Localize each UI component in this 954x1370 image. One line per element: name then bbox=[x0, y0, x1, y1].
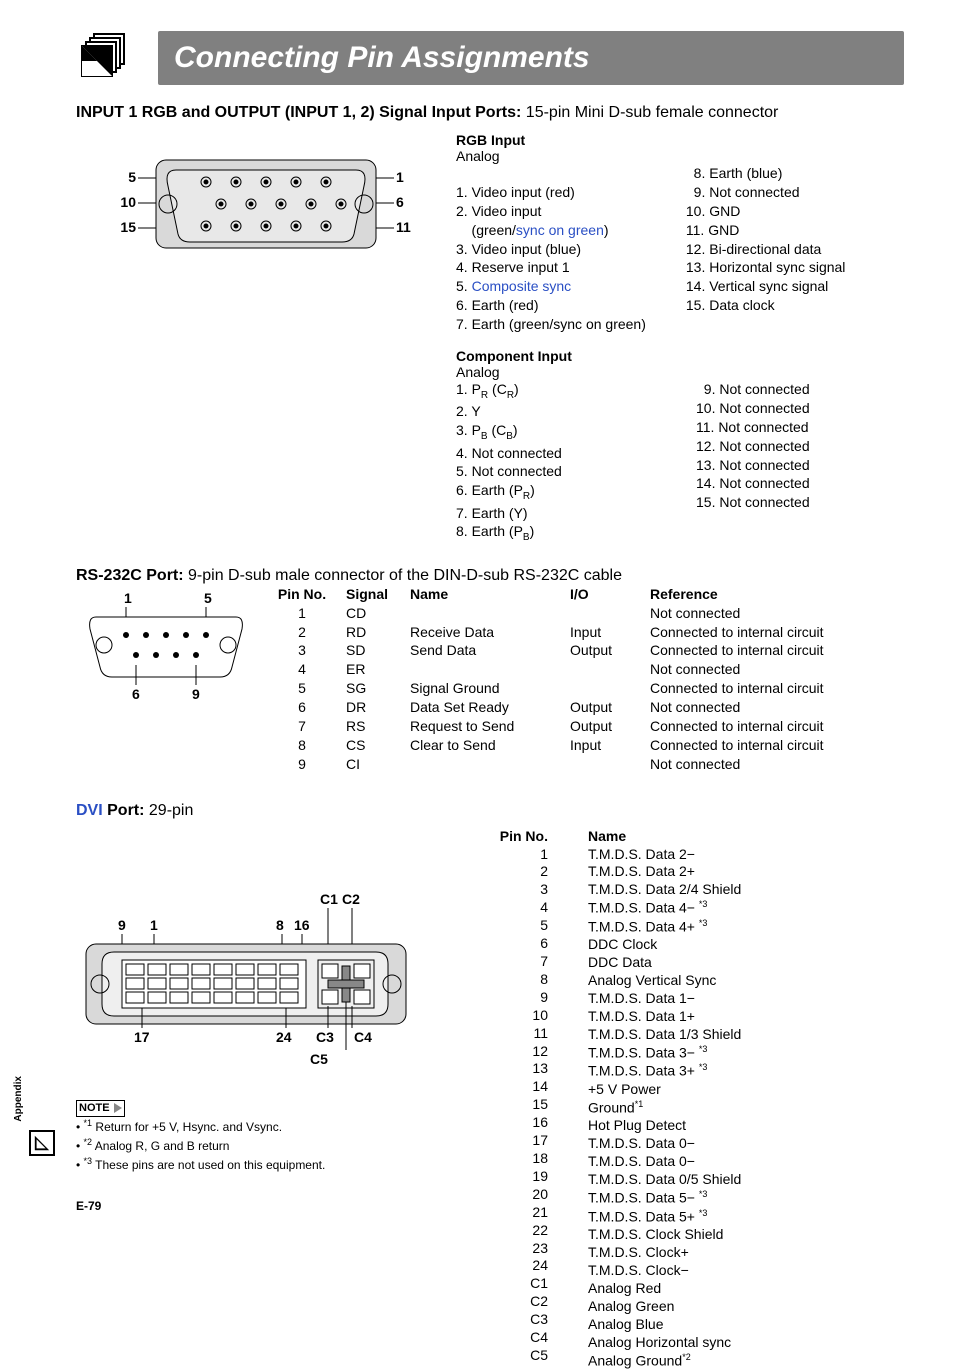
db15-label-10: 10 bbox=[120, 194, 136, 210]
svg-text:16: 16 bbox=[294, 917, 310, 933]
component-input-heading: Component Input bbox=[456, 348, 904, 364]
db15-label-5: 5 bbox=[128, 169, 136, 185]
rgb-input-heading: RGB Input bbox=[456, 132, 904, 148]
dvi-link[interactable]: DVI bbox=[76, 802, 103, 819]
svg-text:8: 8 bbox=[276, 917, 284, 933]
section1-heading: INPUT 1 RGB and OUTPUT (INPUT 1, 2) Sign… bbox=[76, 104, 904, 122]
svg-text:6: 6 bbox=[132, 686, 140, 702]
svg-text:9: 9 bbox=[192, 686, 200, 702]
svg-text:24: 24 bbox=[276, 1029, 292, 1045]
component-pin-list: 1. PR (CR) 2. Y 3. PB (CB) 4. Not connec… bbox=[456, 380, 904, 545]
connector-logo-icon bbox=[76, 30, 140, 86]
rgb-pin-list: 1. Video input (red) 2. Video input (gre… bbox=[456, 164, 904, 334]
title-bar: Connecting Pin Assignments bbox=[76, 30, 904, 86]
dvi-table: Pin No.123456789101112131415161718192021… bbox=[496, 820, 904, 1370]
rs232-table: Pin No. 1 2 3 4 5 6 7 8 9 Signal CD RD S… bbox=[276, 585, 842, 774]
db15-connector-diagram: 5 10 15 1 6 11 bbox=[76, 122, 456, 545]
composite-sync-link[interactable]: Composite sync bbox=[472, 278, 572, 294]
appendix-icon bbox=[29, 1130, 55, 1156]
db15-label-6: 6 bbox=[396, 194, 404, 210]
appendix-side-tab: Appendix bbox=[10, 1076, 58, 1157]
db15-label-15: 15 bbox=[120, 219, 136, 235]
db15-label-1: 1 bbox=[396, 169, 404, 185]
dvi-notes: NOTE • *1 Return for +5 V, Hsync. and Vs… bbox=[76, 1099, 436, 1174]
svg-text:C2: C2 bbox=[342, 891, 360, 907]
dvi-connector-diagram: C1 C2 9 1 8 16 bbox=[76, 880, 436, 1085]
svg-text:17: 17 bbox=[134, 1029, 150, 1045]
sync-on-green-link[interactable]: sync on green bbox=[516, 222, 604, 238]
svg-text:C4: C4 bbox=[354, 1029, 372, 1045]
svg-text:1: 1 bbox=[124, 590, 132, 606]
section3-heading: DVI Port: 29-pin bbox=[76, 802, 904, 820]
db15-label-11: 11 bbox=[396, 219, 411, 235]
page-number: E-79 bbox=[76, 1199, 101, 1213]
component-input-sub: Analog bbox=[456, 364, 904, 380]
page-title: Connecting Pin Assignments bbox=[158, 31, 904, 85]
svg-text:C3: C3 bbox=[316, 1029, 334, 1045]
svg-text:9: 9 bbox=[118, 917, 126, 933]
svg-text:1: 1 bbox=[150, 917, 158, 933]
svg-text:C5: C5 bbox=[310, 1051, 328, 1067]
svg-text:5: 5 bbox=[204, 590, 212, 606]
svg-text:C1: C1 bbox=[320, 891, 338, 907]
section2-heading: RS-232C Port: 9-pin D-sub male connector… bbox=[76, 567, 904, 585]
rgb-input-sub: Analog bbox=[456, 148, 904, 164]
db9-connector-diagram: 1 5 6 9 bbox=[76, 585, 276, 714]
